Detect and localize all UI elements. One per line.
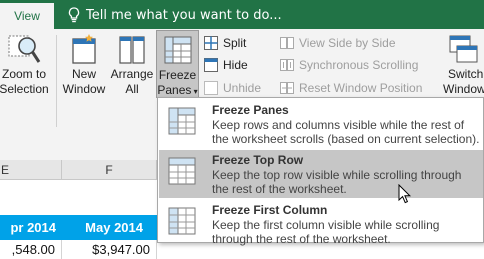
tell-me-search[interactable]: Tell me what you want to do...	[68, 6, 282, 24]
unhide-label: Unhide	[223, 81, 262, 95]
menu-item-title: Freeze Top Row	[212, 153, 304, 167]
new-window-label-2: Window	[62, 82, 106, 96]
zoom-to-selection-label-2: Selection	[0, 82, 49, 96]
cell-e-value[interactable]: ,548.00	[0, 240, 62, 259]
menu-item-description: Keep the first column visible while scro…	[212, 218, 440, 246]
arrange-all-icon	[119, 36, 145, 64]
arrange-all-label-1: Arrange	[110, 67, 154, 81]
zoom-to-selection-icon	[8, 35, 41, 63]
unhide-icon	[204, 81, 218, 95]
reset-window-position-icon	[280, 82, 294, 94]
view-side-by-side-icon	[280, 37, 294, 49]
zoom-to-selection-button[interactable]: Zoom to Selection	[0, 33, 50, 97]
reset-window-position-button[interactable]: Reset Window Position	[280, 79, 422, 97]
hide-label: Hide	[223, 58, 248, 72]
freeze-panes-label-1: Freeze	[158, 68, 197, 82]
menu-item-description: Keep rows and columns visible while the …	[212, 118, 480, 146]
split-icon	[204, 36, 218, 50]
view-side-by-side-button[interactable]: View Side by Side	[280, 34, 396, 52]
cell-e-header[interactable]: pr 2014	[0, 215, 62, 240]
freeze-top-row-icon	[168, 157, 196, 185]
tell-me-placeholder: Tell me what you want to do...	[86, 7, 282, 23]
cell-f-header[interactable]: May 2014	[62, 215, 149, 240]
switch-windows-label-2: Windows	[443, 82, 484, 96]
lightbulb-icon	[68, 7, 80, 23]
synchronous-scrolling-icon	[280, 59, 294, 71]
reset-window-position-label: Reset Window Position	[299, 81, 423, 95]
arrange-all-button[interactable]: Arrange All	[108, 33, 156, 97]
freeze-panes-menu: Freeze Panes Keep rows and columns visib…	[157, 97, 484, 246]
arrange-all-label-2: All	[125, 82, 139, 96]
new-window-icon	[72, 34, 96, 64]
menu-item-title: Freeze Panes	[212, 103, 289, 117]
hide-icon	[204, 58, 218, 72]
zoom-to-selection-label-1: Zoom to	[1, 67, 46, 81]
freeze-panes-icon	[168, 107, 196, 135]
column-header-e[interactable]: E	[0, 160, 62, 180]
column-header-f[interactable]: F	[62, 160, 157, 180]
split-label: Split	[223, 36, 247, 50]
switch-windows-icon	[449, 35, 478, 63]
menu-item-freeze-panes[interactable]: Freeze Panes Keep rows and columns visib…	[159, 100, 483, 148]
cell-f-value[interactable]: $3,947.00	[62, 240, 157, 259]
view-side-by-side-label: View Side by Side	[299, 36, 396, 50]
unhide-button[interactable]: Unhide	[204, 79, 261, 97]
freeze-panes-icon	[164, 36, 191, 64]
split-button[interactable]: Split	[204, 34, 246, 52]
synchronous-scrolling-button[interactable]: Synchronous Scrolling	[280, 56, 418, 74]
menu-item-freeze-top-row[interactable]: Freeze Top Row Keep the top row visible …	[159, 150, 483, 198]
menu-item-title: Freeze First Column	[212, 203, 328, 217]
ribbon-tab-bar: View Tell me what you want to do...	[0, 0, 484, 29]
mouse-pointer-icon	[398, 184, 412, 204]
synchronous-scrolling-label: Synchronous Scrolling	[299, 58, 419, 72]
chevron-down-icon: ▾	[191, 87, 198, 96]
menu-item-freeze-first-column[interactable]: Freeze First Column Keep the first colum…	[159, 200, 483, 248]
new-window-button[interactable]: New Window	[60, 33, 108, 97]
tab-view[interactable]: View	[0, 3, 54, 29]
freeze-panes-button[interactable]: Freeze Panes ▾	[156, 30, 199, 98]
freeze-first-column-icon	[168, 207, 196, 235]
switch-windows-label-1: Switch	[448, 67, 484, 81]
group-separator	[56, 35, 57, 127]
menu-item-description: Keep the top row visible while scrolling…	[212, 168, 462, 196]
hide-button[interactable]: Hide	[204, 56, 248, 74]
new-window-label-1: New	[71, 67, 96, 81]
switch-windows-button[interactable]: Switch Windows	[436, 33, 484, 97]
